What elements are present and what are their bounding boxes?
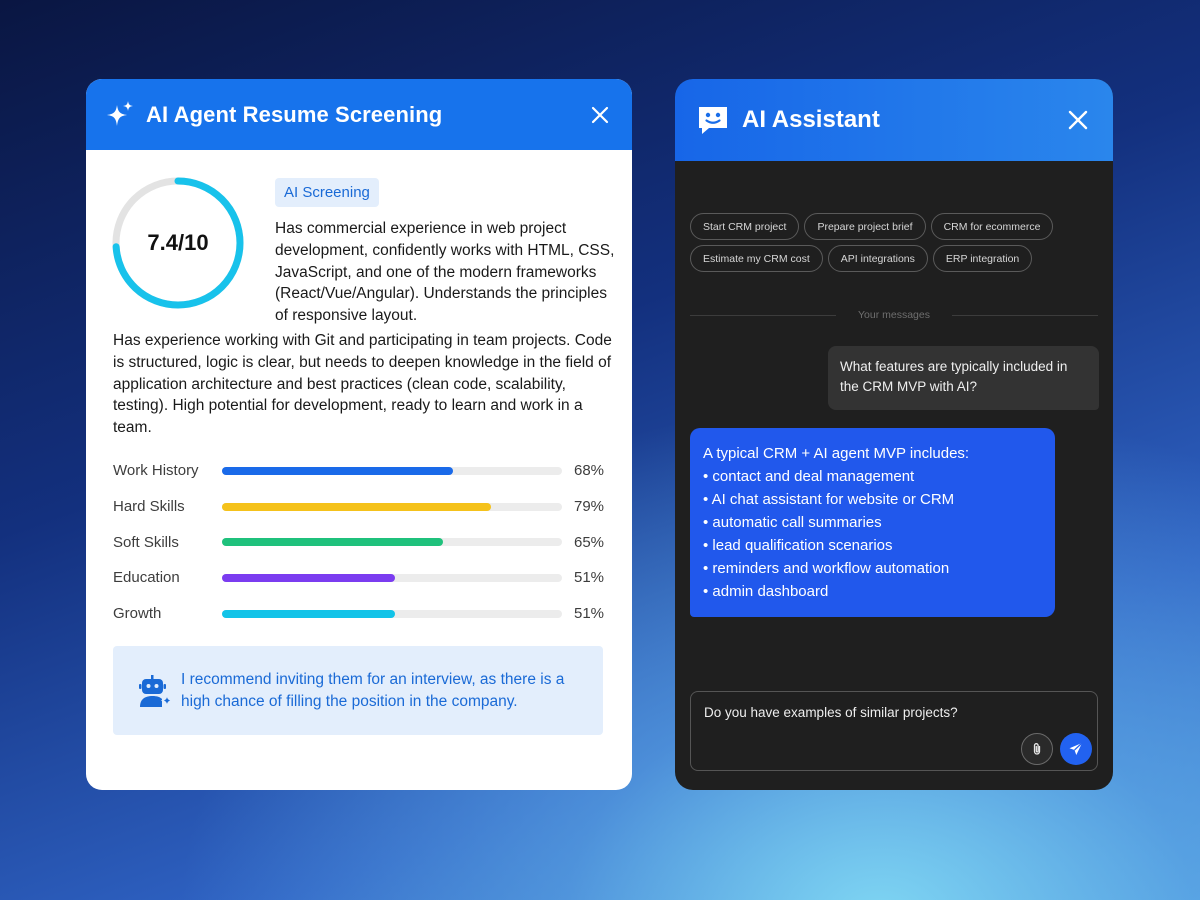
attach-button[interactable] [1021,733,1053,765]
paperclip-icon [1033,743,1041,755]
metric-label: Hard Skills [113,498,185,516]
divider-label: Your messages [858,309,930,321]
close-icon[interactable] [1063,105,1093,135]
metric-row-work-history: Work History 68% [113,453,613,489]
ai-assistant-header: AI Assistant [675,79,1113,161]
metric-bar-fill [222,609,396,618]
send-icon [1069,742,1083,755]
ai-message-line: • lead qualification scenarios [703,537,893,554]
metric-bar-track [222,609,562,618]
ai-message-line: A typical CRM + AI agent MVP includes: [703,445,970,462]
metric-bar-track [222,573,562,582]
metric-row-education: Education 51% [113,560,613,596]
ai-message-line: • automatic call summaries [703,514,882,531]
metric-bar-track [222,502,562,511]
robot-icon [135,671,175,711]
metric-percent: 51% [574,569,605,587]
metric-label: Work History [113,462,199,480]
metric-row-soft-skills: Soft Skills 65% [113,524,613,560]
ai-message-line: • admin dashboard [703,583,829,600]
ai-message-line: • AI chat assistant for website or CRM [703,491,955,508]
metric-bar-fill [222,502,491,511]
messages-divider: Your messages [690,307,1098,323]
screening-summary-part2: Has experience working with Git and part… [113,332,612,437]
chat-icon [696,103,730,137]
suggestion-chip[interactable]: Start CRM project [690,213,800,240]
metric-row-hard-skills: Hard Skills 79% [113,489,613,525]
suggestion-row: Estimate my CRM cost API integrations ER… [690,245,1100,272]
metric-bar-fill [222,538,443,547]
recommendation-text: I recommend inviting them for an intervi… [181,670,565,710]
screening-summary-part1: Has commercial experience in web project… [275,220,615,325]
suggestion-row: Start CRM project Prepare project brief … [690,213,1100,240]
suggestion-chip[interactable]: Prepare project brief [804,213,926,240]
metric-label: Soft Skills [113,533,179,551]
ai-assistant-title: AI Assistant [742,106,880,133]
metric-bar-fill [222,466,454,475]
divider-line [690,314,836,316]
recommendation-box: I recommend inviting them for an intervi… [113,646,603,735]
metric-bar-track [222,466,562,475]
message-input[interactable] [704,705,1074,720]
divider-line [952,314,1098,316]
metric-label: Growth [113,605,162,623]
ai-message-line: • reminders and workflow automation [703,560,950,577]
metric-percent: 65% [574,533,605,551]
score-value: 7.4/10 [147,230,209,255]
suggestion-chips: Start CRM project Prepare project brief … [690,213,1100,277]
ai-message-bubble: A typical CRM + AI agent MVP includes: •… [690,428,1055,617]
suggestion-chip[interactable]: CRM for ecommerce [930,213,1054,240]
resume-screening-header: AI Agent Resume Screening [86,79,632,150]
ai-screening-badge: AI Screening [275,178,379,207]
send-button[interactable] [1060,733,1092,765]
sparkle-icon [104,99,136,131]
close-icon[interactable] [586,101,614,129]
metric-label: Education [113,569,180,587]
resume-screening-card: AI Agent Resume Screening 7.4/10 AI Scre… [86,79,632,790]
user-message-bubble: What features are typically included in … [828,346,1099,410]
suggestion-chip[interactable]: API integrations [827,245,928,272]
metric-percent: 79% [574,498,605,516]
ai-assistant-card: AI Assistant Start CRM project Prepare p… [675,79,1113,790]
metric-percent: 51% [574,605,605,623]
suggestion-chip[interactable]: Estimate my CRM cost [690,245,823,272]
metric-percent: 68% [574,462,605,480]
skill-metrics: Work History 68% Hard Skills 79% Soft Sk… [113,453,613,631]
ai-message-line: • contact and deal management [703,468,915,485]
metric-row-growth: Growth 51% [113,596,613,632]
message-composer [690,691,1098,771]
metric-bar-track [222,538,562,547]
suggestion-chip[interactable]: ERP integration [932,245,1033,272]
resume-screening-title: AI Agent Resume Screening [146,101,443,127]
metric-bar-fill [222,573,396,582]
